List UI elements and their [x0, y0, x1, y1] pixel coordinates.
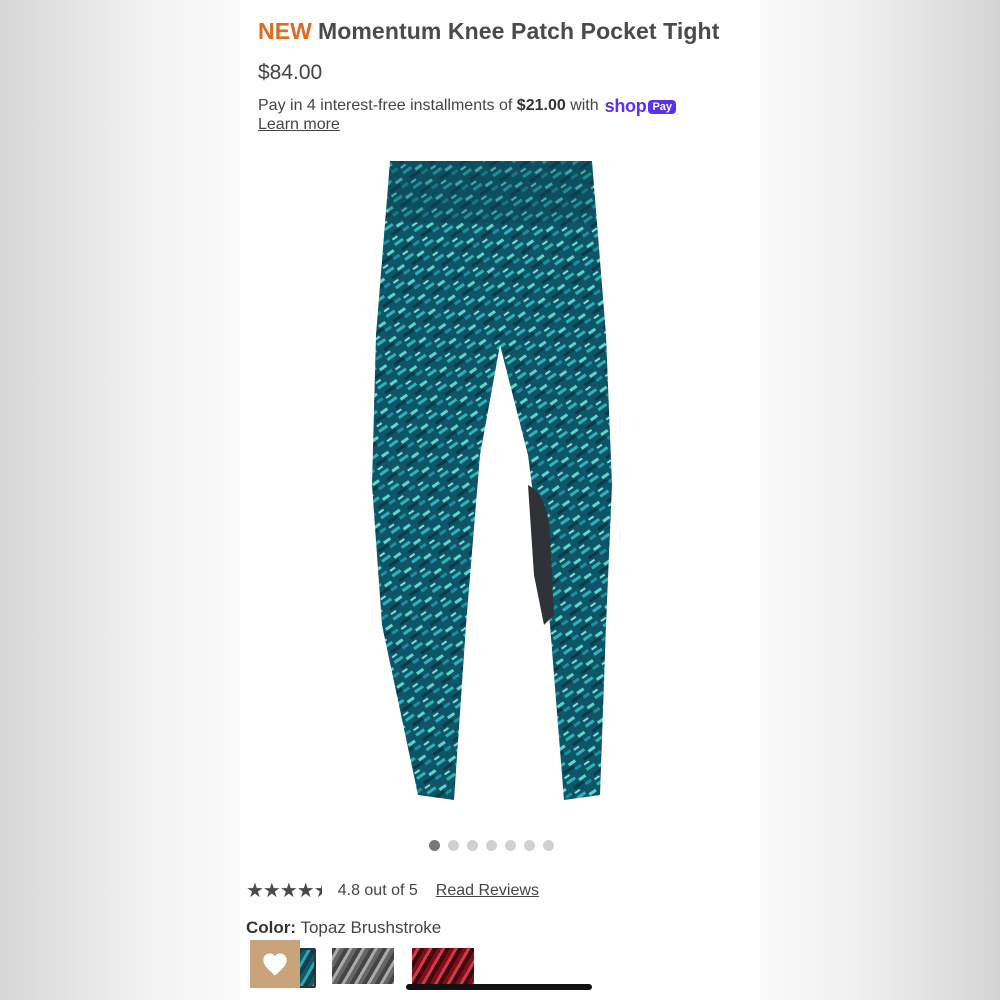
installment-amount: $21.00 [516, 97, 566, 114]
installments-suffix: with [570, 97, 599, 114]
leggings-shape [372, 161, 612, 800]
heart-icon [263, 953, 287, 976]
home-indicator[interactable] [406, 984, 592, 990]
rating-text: 4.8 out of 5 [337, 881, 418, 899]
star-rating-icon: ★★★★★ [246, 880, 322, 902]
background-left [0, 0, 240, 1000]
color-swatch-gray-brushstroke[interactable] [332, 948, 394, 984]
product-image[interactable] [360, 155, 630, 810]
gallery-dot[interactable] [467, 840, 478, 851]
color-label: Color: [246, 918, 297, 937]
favorite-button[interactable] [250, 940, 300, 988]
gallery-dot[interactable] [448, 840, 459, 851]
gallery-pagination[interactable] [429, 840, 554, 851]
gallery-dot[interactable] [524, 840, 535, 851]
product-price: $84.00 [258, 61, 323, 84]
installments-prefix: Pay in 4 interest-free installments of [258, 97, 513, 114]
product-title: NEW Momentum Knee Patch Pocket Tight [258, 18, 719, 45]
installments-text: Pay in 4 interest-free installments of $… [258, 96, 677, 117]
gallery-dot[interactable] [505, 840, 516, 851]
read-reviews-link[interactable]: Read Reviews [436, 882, 539, 900]
shop-pay-shop-label: shop [604, 96, 647, 116]
color-value: Topaz Brushstroke [300, 918, 442, 937]
color-swatch-red-brushstroke[interactable] [412, 948, 474, 984]
product-page: NEW Momentum Knee Patch Pocket Tight $84.… [240, 0, 760, 1000]
learn-more-link[interactable]: Learn more [258, 116, 340, 134]
gallery-dot[interactable] [486, 840, 497, 851]
gallery-dot[interactable] [543, 840, 554, 851]
new-badge: NEW [258, 18, 312, 44]
shop-pay-logo: shop Pay [604, 96, 677, 117]
product-name: Momentum Knee Patch Pocket Tight [317, 18, 720, 44]
rating-row: ★★★★★ 4.8 out of 5 Read Reviews [246, 878, 539, 903]
background-right [760, 0, 1000, 1000]
shop-pay-pay-label: Pay [648, 99, 677, 114]
gallery-dot[interactable] [429, 840, 440, 851]
color-selector-label: Color: Topaz Brushstroke [246, 918, 441, 938]
